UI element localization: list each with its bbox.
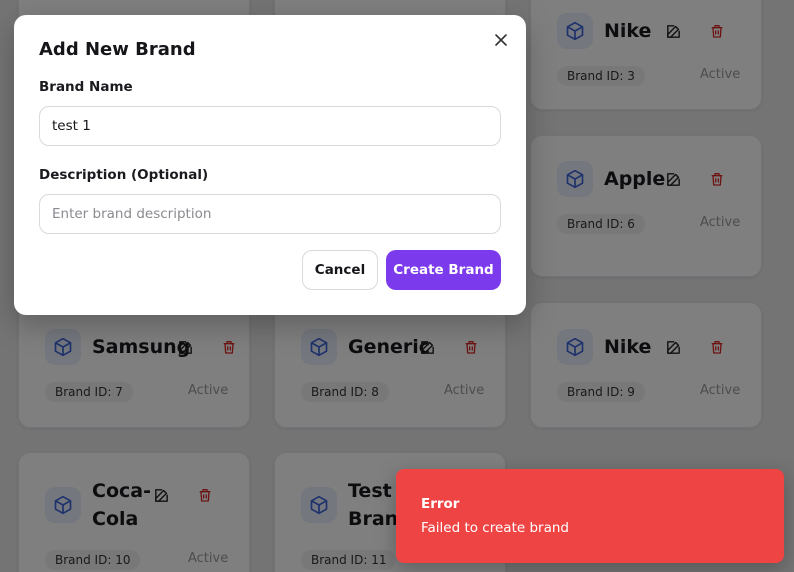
brand-name-input[interactable] (39, 106, 501, 146)
toast-message: Failed to create brand (421, 520, 569, 536)
close-icon[interactable] (492, 31, 510, 49)
toast-title: Error (421, 496, 460, 512)
dialog-title: Add New Brand (39, 39, 196, 60)
description-input[interactable] (39, 194, 501, 234)
description-label: Description (Optional) (39, 167, 209, 183)
create-brand-button[interactable]: Create Brand (386, 250, 501, 290)
cancel-button[interactable]: Cancel (302, 250, 378, 290)
brand-name-label: Brand Name (39, 79, 133, 95)
add-brand-dialog: Add New Brand Brand Name Description (Op… (14, 15, 526, 315)
error-toast[interactable]: Error Failed to create brand (396, 469, 784, 563)
